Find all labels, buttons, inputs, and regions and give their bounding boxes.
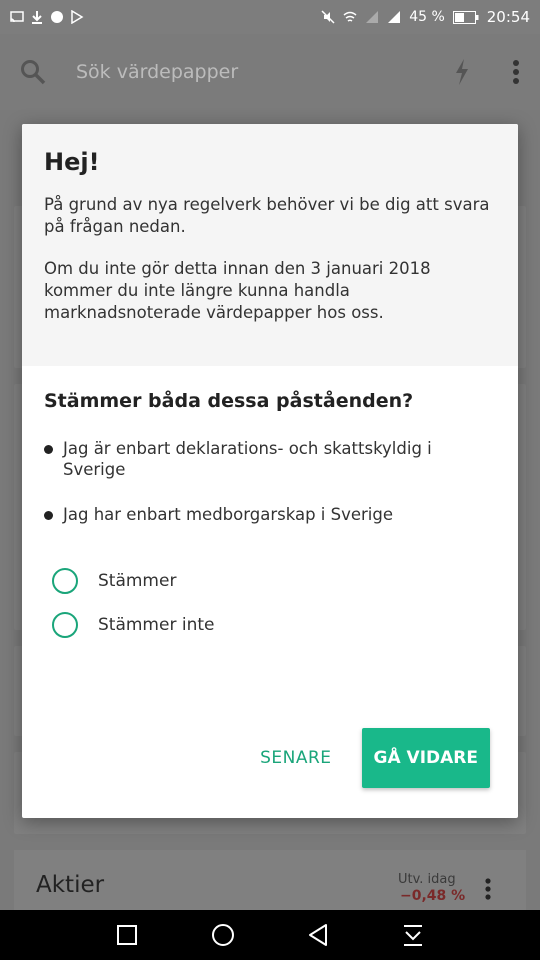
battery-percent: 45 % — [409, 9, 445, 25]
statement-text: Jag är enbart deklarations- och skattsky… — [63, 439, 432, 479]
consent-dialog: Hej! På grund av nya regelverk behöver v… — [22, 124, 518, 818]
continue-button[interactable]: GÅ VIDARE — [361, 728, 490, 788]
dialog-actions: SENARE GÅ VIDARE — [260, 728, 490, 788]
wifi-icon — [343, 11, 357, 22]
battery-icon — [452, 10, 479, 24]
later-button[interactable]: SENARE — [260, 748, 331, 768]
radio-label: Stämmer inte — [98, 615, 215, 635]
statement-text: Jag har enbart medborgarskap i Sverige — [63, 505, 394, 524]
change-label: Utv. idag — [398, 872, 456, 887]
aktier-card[interactable]: Aktier Utv. idag −0,48 % — [14, 850, 526, 910]
back-icon[interactable] — [307, 923, 329, 947]
radio-button[interactable] — [52, 568, 78, 594]
signal-icon — [366, 11, 379, 23]
signal-icon-2 — [388, 11, 401, 23]
bullet-icon — [44, 445, 53, 454]
play-store-icon — [71, 10, 84, 24]
dialog-header: Hej! På grund av nya regelverk behöver v… — [22, 124, 518, 366]
change-value: −0,48 % — [400, 888, 466, 904]
radio-button[interactable] — [52, 612, 78, 638]
dialog-body: Stämmer båda dessa påståenden? Jag är en… — [22, 366, 518, 647]
dialog-paragraph: På grund av nya regelverk behöver vi be … — [44, 195, 490, 236]
cast-icon — [10, 11, 24, 23]
statement-item: Jag är enbart deklarations- och skattsky… — [44, 438, 496, 480]
radio-option-no[interactable]: Stämmer inte — [52, 603, 496, 647]
radio-label: Stämmer — [98, 571, 177, 591]
bullet-icon — [44, 511, 53, 520]
aktier-title: Aktier — [36, 872, 105, 898]
app-notification-icon — [51, 11, 63, 23]
radio-option-yes[interactable]: Stämmer — [52, 559, 496, 603]
dialog-title: Hej! — [44, 148, 100, 176]
home-icon[interactable] — [211, 923, 235, 947]
system-nav-bar — [0, 910, 540, 960]
more-vert-icon[interactable] — [484, 878, 492, 900]
answer-radio-group: Stämmer Stämmer inte — [44, 559, 496, 647]
search-input[interactable]: Sök värdepapper — [76, 61, 238, 83]
notification-pull-icon[interactable] — [402, 923, 424, 947]
statement-item: Jag har enbart medborgarskap i Sverige — [44, 504, 496, 525]
statement-list: Jag är enbart deklarations- och skattsky… — [44, 438, 496, 525]
more-vert-icon[interactable] — [512, 59, 520, 85]
dialog-paragraph: Om du inte gör detta innan den 3 januari… — [44, 259, 431, 322]
dialog-question: Stämmer båda dessa påståenden? — [44, 390, 414, 412]
app-bar: Sök värdepapper — [0, 34, 540, 110]
recents-icon[interactable] — [116, 924, 138, 946]
clock: 20:54 — [486, 8, 530, 26]
search-icon[interactable] — [20, 59, 46, 85]
mute-icon — [321, 10, 335, 24]
download-icon — [32, 11, 42, 24]
status-bar: 45 % 20:54 — [0, 0, 540, 34]
flash-icon[interactable] — [454, 59, 470, 85]
